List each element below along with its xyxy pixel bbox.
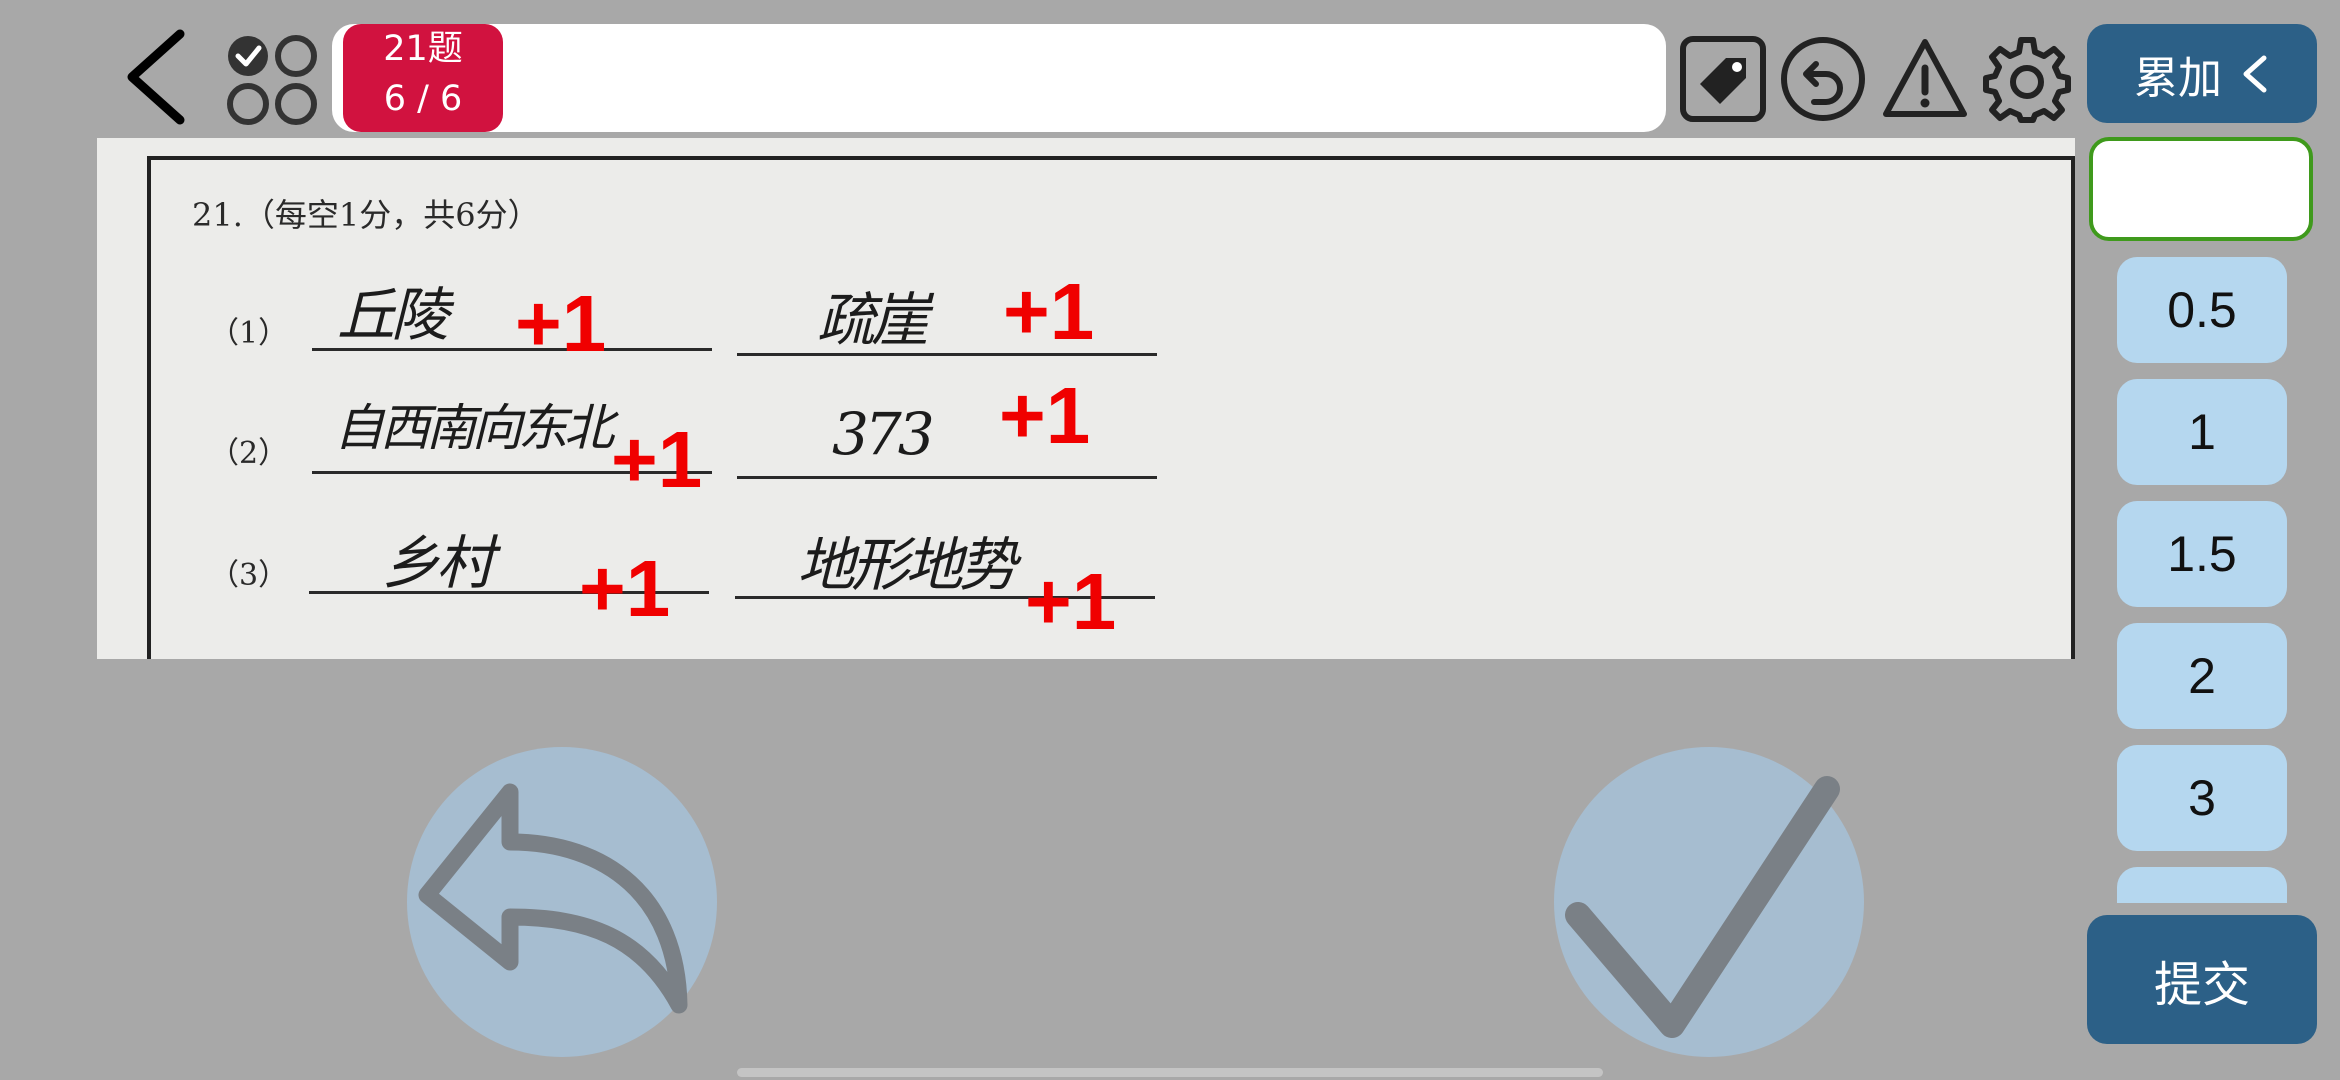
score-mark: +1 xyxy=(999,371,1091,460)
row-label: （1） xyxy=(209,316,289,351)
row-label: （2） xyxy=(209,436,289,471)
handwritten-answer: 地形地势 xyxy=(797,531,1017,599)
score-mark: +1 xyxy=(1003,267,1095,356)
handwritten-answer: 疏崖 xyxy=(817,286,929,354)
answer-blank-line xyxy=(737,353,1157,356)
handwritten-answer: 丘陵 xyxy=(337,281,449,349)
chevron-left-icon xyxy=(2243,55,2267,92)
reply-arrow-icon xyxy=(418,783,688,1014)
mode-label: 累加 xyxy=(2134,52,2222,104)
score-option-partial[interactable] xyxy=(2117,867,2287,903)
undo-button[interactable] xyxy=(1778,34,1868,124)
score-option-2[interactable]: 2 xyxy=(2117,623,2287,729)
undo-icon xyxy=(1781,37,1865,121)
checkmark-icon xyxy=(1565,776,1840,1038)
score-option-0-5[interactable]: 0.5 xyxy=(2117,257,2287,363)
question-grid-icon xyxy=(227,35,317,125)
score-options-list[interactable]: 0.5 1 1.5 2 3 xyxy=(2100,255,2320,903)
score-input[interactable] xyxy=(2089,137,2313,241)
warning-button[interactable] xyxy=(1880,34,1970,124)
chevron-left-icon xyxy=(127,29,185,125)
tag-button[interactable] xyxy=(1678,34,1768,124)
score-option-1[interactable]: 1 xyxy=(2117,379,2287,485)
submit-button[interactable]: 提交 xyxy=(2087,915,2317,1044)
settings-button[interactable] xyxy=(1982,34,2072,124)
handwritten-answer: 373 xyxy=(832,400,935,468)
score-mark: +1 xyxy=(1025,557,1117,646)
previous-button[interactable] xyxy=(407,747,717,1057)
answer-sheet-image: 21.（每空1分，共6分） （1） （2） （3） 丘陵 疏崖 自西南向东北 3… xyxy=(97,138,2075,659)
accumulate-mode-button[interactable]: 累加 xyxy=(2087,24,2317,123)
question-grid-button[interactable] xyxy=(222,30,322,130)
score-mark: +1 xyxy=(515,279,607,368)
row-label: （3） xyxy=(209,558,289,593)
gear-icon xyxy=(1983,37,2071,123)
question-progress: 6 / 6 xyxy=(383,79,463,119)
home-indicator xyxy=(737,1068,1603,1077)
back-button[interactable] xyxy=(120,22,200,132)
score-mark: +1 xyxy=(579,544,671,633)
score-option-1-5[interactable]: 1.5 xyxy=(2117,501,2287,607)
answer-blank-line xyxy=(737,476,1157,479)
search-bar[interactable] xyxy=(332,24,1666,132)
warning-icon xyxy=(1883,39,1967,117)
question-counter-badge[interactable]: 21题 6 / 6 xyxy=(343,24,503,132)
handwritten-answer: 乡村 xyxy=(382,529,494,597)
score-option-3[interactable]: 3 xyxy=(2117,745,2287,851)
confirm-button[interactable] xyxy=(1554,747,1864,1057)
tag-icon xyxy=(1680,36,1766,122)
question-header: 21.（每空1分，共6分） xyxy=(192,196,540,234)
question-number: 21题 xyxy=(383,29,463,69)
score-mark: +1 xyxy=(611,415,703,504)
handwritten-answer: 自西南向东北 xyxy=(334,399,614,457)
